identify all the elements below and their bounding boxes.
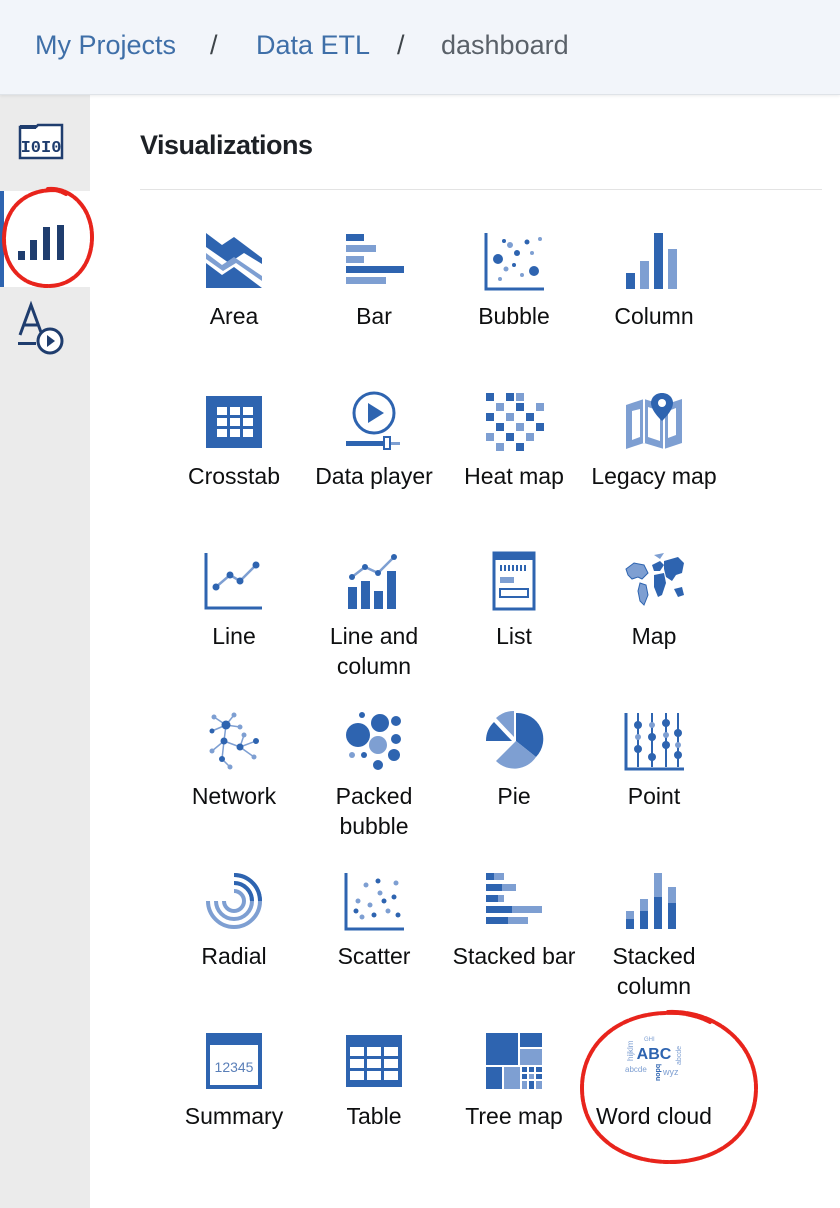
viz-tile-packed-bubble[interactable]: Packed bubble bbox=[304, 711, 444, 861]
breadcrumb-my-projects[interactable]: My Projects bbox=[35, 28, 176, 62]
viz-tile-map[interactable]: Map bbox=[584, 551, 724, 701]
viz-label: Column bbox=[614, 303, 694, 329]
panel-title: Visualizations bbox=[140, 130, 313, 160]
sidebar-item-data-sources[interactable]: I0I0 bbox=[0, 95, 90, 191]
breadcrumb-separator: / bbox=[210, 30, 218, 60]
viz-tile-network[interactable]: Network bbox=[164, 711, 304, 861]
viz-label: Scatter bbox=[337, 943, 411, 969]
viz-tile-bubble[interactable]: Bubble bbox=[444, 231, 584, 381]
viz-tile-stacked-bar[interactable]: Stacked bar bbox=[444, 871, 584, 1021]
word-cloud-icon: ABC hijklm GHI abcde abcde nopq wyz bbox=[625, 1037, 683, 1081]
viz-label: Line bbox=[212, 623, 256, 649]
viz-tile-line[interactable]: Line bbox=[164, 551, 304, 701]
viz-tile-column[interactable]: Column bbox=[584, 231, 724, 381]
viz-tile-summary[interactable]: 12345 Summary bbox=[164, 1031, 304, 1181]
line-chart-icon bbox=[204, 553, 262, 610]
viz-tile-scatter[interactable]: Scatter bbox=[304, 871, 444, 1021]
binary-data-icon: I0I0 bbox=[18, 123, 64, 160]
breadcrumb-data-etl[interactable]: Data ETL bbox=[256, 28, 370, 62]
viz-tile-table[interactable]: Table bbox=[304, 1031, 444, 1181]
bubble-chart-icon bbox=[484, 233, 544, 291]
viz-tile-area[interactable]: Area bbox=[164, 231, 304, 381]
bar-chart-icon bbox=[346, 234, 404, 284]
viz-tile-line-and-column[interactable]: Line and column bbox=[304, 551, 444, 701]
list-icon bbox=[492, 551, 536, 611]
viz-tile-legacy-map[interactable]: Legacy map bbox=[584, 391, 724, 541]
panel-divider bbox=[140, 189, 822, 190]
viz-tile-pie[interactable]: Pie bbox=[444, 711, 584, 861]
viz-label: Bar bbox=[356, 303, 392, 329]
viz-label: Tree map bbox=[465, 1103, 563, 1129]
viz-label: Heat map bbox=[464, 463, 564, 489]
viz-tile-bar[interactable]: Bar bbox=[304, 231, 444, 381]
packed-bubble-icon bbox=[346, 712, 401, 770]
data-player-icon bbox=[346, 391, 400, 450]
crosstab-icon bbox=[206, 396, 262, 448]
heat-map-icon bbox=[486, 393, 544, 451]
text-media-icon bbox=[18, 300, 64, 355]
viz-label: Radial bbox=[201, 943, 267, 969]
viz-tile-data-player[interactable]: Data player bbox=[304, 391, 444, 541]
bar-chart-icon bbox=[18, 225, 64, 260]
area-chart-icon bbox=[206, 233, 262, 288]
word-cloud-word: wyz bbox=[662, 1067, 679, 1077]
line-and-column-icon bbox=[348, 554, 397, 609]
breadcrumb-dashboard: dashboard bbox=[441, 30, 569, 60]
svg-text:I0I0: I0I0 bbox=[21, 139, 62, 158]
pie-chart-icon bbox=[485, 711, 544, 769]
sidebar-item-visualizations[interactable] bbox=[0, 191, 90, 287]
word-cloud-word: ABC bbox=[637, 1046, 672, 1063]
viz-label: Point bbox=[627, 783, 681, 809]
viz-label: Summary bbox=[184, 1103, 284, 1129]
viz-label: Map bbox=[631, 623, 677, 649]
stacked-column-icon bbox=[626, 873, 676, 929]
viz-label: Data player bbox=[315, 463, 433, 489]
radial-chart-icon bbox=[206, 873, 262, 929]
viz-label: Bubble bbox=[478, 303, 550, 329]
viz-tile-crosstab[interactable]: Crosstab bbox=[164, 391, 304, 541]
network-icon bbox=[209, 712, 259, 770]
stacked-bar-icon bbox=[486, 873, 542, 924]
summary-icon: 12345 bbox=[206, 1033, 262, 1089]
viz-label: Table bbox=[346, 1103, 402, 1129]
word-cloud-word: abcde bbox=[625, 1065, 647, 1074]
viz-label: Stacked bar bbox=[452, 943, 576, 969]
legacy-map-icon bbox=[626, 393, 682, 449]
sidebar-item-text-media[interactable] bbox=[0, 287, 90, 383]
summary-icon-text: 12345 bbox=[215, 1059, 254, 1075]
viz-label: Crosstab bbox=[187, 463, 281, 489]
scatter-chart-icon bbox=[344, 873, 404, 931]
word-cloud-word: hijklm bbox=[626, 1040, 635, 1061]
viz-label: List bbox=[496, 623, 532, 649]
word-cloud-word: nopq bbox=[655, 1064, 662, 1081]
viz-label: Pie bbox=[497, 783, 531, 809]
viz-tile-tree-map[interactable]: Tree map bbox=[444, 1031, 584, 1181]
viz-label: Network bbox=[191, 783, 277, 809]
viz-tile-word-cloud[interactable]: ABC hijklm GHI abcde abcde nopq wyz Word… bbox=[584, 1031, 724, 1181]
table-icon bbox=[346, 1035, 402, 1087]
viz-tile-heat-map[interactable]: Heat map bbox=[444, 391, 584, 541]
word-cloud-word: GHI bbox=[644, 1037, 655, 1043]
world-map-icon bbox=[625, 553, 684, 606]
breadcrumb-separator: / bbox=[397, 30, 405, 60]
breadcrumb: My Projects / Data ETL / dashboard bbox=[0, 0, 840, 95]
viz-label: Line and column bbox=[329, 623, 419, 679]
viz-label: Word cloud bbox=[596, 1103, 712, 1129]
viz-label: Stacked column bbox=[612, 943, 696, 999]
viz-label: Packed bubble bbox=[335, 783, 413, 839]
viz-tile-stacked-column[interactable]: Stacked column bbox=[584, 871, 724, 1021]
tree-map-icon bbox=[486, 1033, 542, 1089]
point-chart-icon bbox=[624, 713, 684, 771]
column-chart-icon bbox=[626, 233, 677, 289]
viz-tile-list[interactable]: List bbox=[444, 551, 584, 701]
viz-tile-point[interactable]: Point bbox=[584, 711, 724, 861]
word-cloud-word: abcde bbox=[676, 1046, 683, 1065]
viz-tile-radial[interactable]: Radial bbox=[164, 871, 304, 1021]
viz-label: Area bbox=[209, 303, 259, 329]
viz-label: Legacy map bbox=[591, 463, 717, 489]
sidebar: I0I0 bbox=[0, 95, 90, 1208]
